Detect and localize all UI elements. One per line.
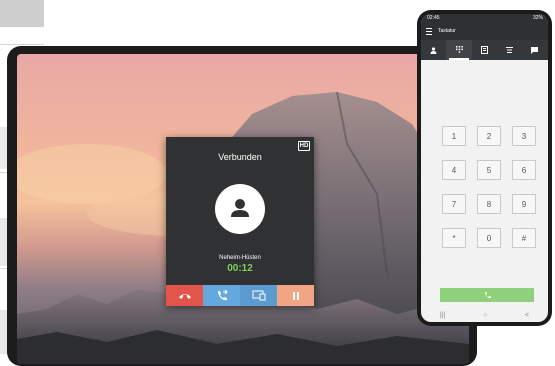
status-bar: 02:45 32% xyxy=(421,14,548,24)
hangup-button[interactable] xyxy=(166,285,203,306)
call-status: Verbunden xyxy=(218,152,262,162)
battery-level: 32% xyxy=(532,15,543,21)
tab-voicemail[interactable] xyxy=(497,40,522,60)
tab-contacts[interactable] xyxy=(421,40,446,60)
hold-button[interactable] xyxy=(277,285,314,306)
key-1[interactable]: 1 xyxy=(442,126,466,146)
key-7[interactable]: 7 xyxy=(442,194,466,214)
screen-share-button[interactable] xyxy=(240,285,277,306)
phone-screen: 02:45 32% Tastatur 1 2 3 4 5 6 7 8 9 * 0… xyxy=(421,14,548,322)
call-timer: 00:12 xyxy=(227,263,253,274)
key-5[interactable]: 5 xyxy=(477,160,501,180)
app-bar: Tastatur xyxy=(421,24,548,40)
divider xyxy=(0,44,44,45)
app-title: Tastatur xyxy=(438,28,456,34)
key-3[interactable]: 3 xyxy=(512,126,536,146)
key-hash[interactable]: # xyxy=(512,228,536,248)
key-9[interactable]: 9 xyxy=(512,194,536,214)
pause-icon xyxy=(292,291,299,300)
status-time: 02:45 xyxy=(427,15,440,21)
avatar xyxy=(215,184,265,234)
history-icon xyxy=(481,46,489,54)
android-nav-bar: ||| ○ < xyxy=(421,308,548,322)
call-dialog: HD Verbunden Neheim-Hüsten 00:12 xyxy=(166,137,314,306)
call-actions xyxy=(166,285,314,306)
key-2[interactable]: 2 xyxy=(477,126,501,146)
key-6[interactable]: 6 xyxy=(512,160,536,180)
user-icon xyxy=(231,199,249,217)
key-0[interactable]: 0 xyxy=(477,228,501,248)
tab-keypad[interactable] xyxy=(446,40,472,60)
dialpad-icon xyxy=(455,46,463,53)
transfer-button[interactable] xyxy=(203,285,240,306)
key-4[interactable]: 4 xyxy=(442,160,466,180)
menu-icon[interactable] xyxy=(426,28,432,35)
list-icon xyxy=(506,47,514,53)
phone-icon xyxy=(484,291,491,298)
key-star[interactable]: * xyxy=(442,228,466,248)
background-block xyxy=(0,0,44,27)
call-transfer-icon xyxy=(217,289,228,300)
hd-badge: HD xyxy=(298,141,310,151)
recents-button[interactable]: ||| xyxy=(440,312,445,319)
phone-hangup-icon xyxy=(178,293,191,299)
dial-call-button[interactable] xyxy=(440,288,534,302)
home-button[interactable]: ○ xyxy=(483,312,487,319)
chat-icon xyxy=(531,46,539,54)
screen-share-icon xyxy=(252,290,265,301)
tab-bar xyxy=(421,40,548,60)
smartphone-frame: 02:45 32% Tastatur 1 2 3 4 5 6 7 8 9 * 0… xyxy=(417,10,552,326)
caller-name: Neheim-Hüsten xyxy=(219,255,261,261)
back-button[interactable]: < xyxy=(525,312,529,319)
person-icon xyxy=(430,46,437,54)
tab-chat[interactable] xyxy=(523,40,548,60)
tab-history[interactable] xyxy=(472,40,497,60)
key-8[interactable]: 8 xyxy=(477,194,501,214)
